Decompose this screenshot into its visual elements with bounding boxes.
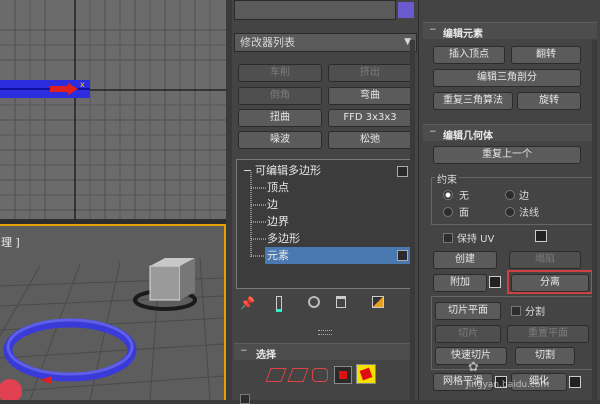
repeat-last-button[interactable]: 重复上一个	[433, 146, 581, 164]
vertex-select-icon[interactable]	[265, 368, 287, 382]
stack-item-vertex[interactable]: 顶点	[267, 180, 289, 195]
turn-button[interactable]: 旋转	[517, 92, 581, 110]
edit-geometry-title: 编辑几何体	[443, 131, 493, 142]
stack-item-border[interactable]: 边界	[267, 214, 289, 229]
attach-button[interactable]: 附加	[433, 274, 487, 292]
tessellate-settings-icon[interactable]	[569, 376, 581, 388]
modifier-list-dropdown[interactable]: 修改器列表 ▼	[234, 33, 417, 52]
stack-collapse-icon[interactable]: −	[243, 163, 252, 178]
stack-item-element-highlight[interactable]: 元素	[265, 247, 411, 264]
bend-button[interactable]: 弯曲	[328, 87, 412, 105]
reset-plane-button[interactable]: 重置平面	[507, 325, 589, 343]
object-name-field[interactable]	[234, 0, 396, 20]
constraint-normal-radio[interactable]	[505, 207, 515, 217]
ffd-button[interactable]: FFD 3x3x3	[328, 109, 412, 127]
torus-object	[3, 318, 137, 382]
collapse-button[interactable]: 塌陷	[509, 251, 581, 269]
panel-drag-handle[interactable]	[318, 330, 332, 335]
stack-item-polygon[interactable]: 多边形	[267, 231, 300, 246]
minus-icon: −	[429, 127, 437, 137]
by-vertex-checkbox[interactable]	[240, 394, 250, 404]
box-icon	[397, 166, 408, 177]
extrude-button[interactable]: 挤出	[328, 64, 412, 82]
red-object	[0, 379, 22, 400]
constraint-normal-label: 法线	[519, 208, 539, 219]
modifier-panel: 修改器列表 ▼ 车削 挤出 倒角 弯曲 扭曲 FFD 3x3x3 噪波 松弛 −…	[232, 0, 418, 404]
configure-sets-icon[interactable]	[372, 296, 384, 308]
top-viewport[interactable]: x	[0, 0, 226, 220]
border-select-icon[interactable]	[312, 368, 328, 382]
minus-icon: −	[240, 346, 248, 356]
object-color-swatch[interactable]	[398, 2, 414, 18]
top-viewport-grid: x	[0, 0, 226, 220]
cut-button[interactable]: 切割	[515, 347, 575, 365]
constraint-none-label: 无	[459, 191, 469, 202]
show-end-result-icon[interactable]	[276, 296, 282, 312]
attach-settings-icon[interactable]	[489, 276, 501, 288]
constraint-edge-label: 边	[519, 191, 529, 202]
bevel-button[interactable]: 倒角	[238, 87, 322, 105]
create-button[interactable]: 创建	[433, 251, 497, 269]
pin-stack-icon[interactable]: 📌	[240, 296, 255, 310]
noise-button[interactable]: 噪波	[238, 131, 322, 149]
constraint-none-radio[interactable]	[443, 190, 453, 200]
twist-button[interactable]: 扭曲	[238, 109, 322, 127]
perspective-viewport[interactable]: 理 ]	[0, 224, 226, 400]
make-unique-icon[interactable]	[308, 296, 320, 308]
constraint-edge-radio[interactable]	[505, 190, 515, 200]
edit-panel: − 编辑元素 插入顶点 翻转 编辑三角剖分 重复三角算法 旋转 − 编辑几何体 …	[418, 0, 600, 400]
select-rollout-header[interactable]: − 选择	[234, 343, 412, 361]
torus-top[interactable]: x	[0, 80, 90, 98]
stack-item-element: 元素	[267, 249, 289, 262]
retriangulate-button[interactable]: 重复三角算法	[433, 92, 513, 110]
svg-text:x: x	[80, 80, 85, 89]
watermark-paw-icon: ✿	[468, 360, 479, 375]
constraint-face-radio[interactable]	[443, 207, 453, 217]
preserve-uv-checkbox[interactable]	[443, 233, 453, 243]
trash-icon[interactable]	[336, 296, 346, 308]
perspective-grid	[0, 257, 224, 400]
edit-triangulation-button[interactable]: 编辑三角剖分	[433, 69, 581, 87]
slice-plane-button[interactable]: 切片平面	[435, 302, 501, 320]
panel-scrollbar[interactable]	[410, 40, 415, 400]
relax-button[interactable]: 松弛	[328, 131, 412, 149]
insert-vertex-button[interactable]: 插入顶点	[433, 46, 505, 64]
lathe-button[interactable]: 车削	[238, 64, 322, 82]
split-checkbox[interactable]	[511, 306, 521, 316]
viewport-label[interactable]: 理 ]	[1, 234, 20, 250]
edge-select-icon[interactable]	[287, 368, 309, 382]
edit-geometry-header[interactable]: − 编辑几何体	[423, 124, 597, 142]
element-icon	[359, 367, 373, 381]
edit-element-title: 编辑元素	[443, 29, 483, 40]
minus-icon: −	[429, 25, 437, 35]
flip-button[interactable]: 翻转	[511, 46, 581, 64]
element-select-button[interactable]	[356, 364, 376, 384]
polygon-select-button[interactable]	[334, 366, 352, 384]
select-rollout-title: 选择	[256, 350, 276, 361]
edit-panel-scrollbar[interactable]	[592, 40, 597, 400]
detach-button[interactable]: 分离	[511, 274, 589, 292]
constraints-label: 约束	[435, 171, 459, 186]
stack-root[interactable]: 可编辑多边形	[255, 163, 321, 178]
slice-button[interactable]: 切片	[435, 325, 501, 343]
split-label: 分割	[525, 307, 545, 318]
modifier-stack[interactable]: − 可编辑多边形 顶点 边 边界 多边形 元素	[236, 159, 414, 289]
stack-item-edge[interactable]: 边	[267, 197, 278, 212]
preserve-uv-label: 保持 UV	[457, 234, 495, 245]
box-object	[133, 258, 197, 311]
polygon-icon	[339, 371, 347, 379]
settings-box-icon[interactable]	[535, 230, 547, 242]
constraint-face-label: 面	[459, 208, 469, 219]
box-icon	[397, 250, 408, 261]
watermark-text: Jingyan.baidu.com	[466, 380, 550, 390]
edit-element-header[interactable]: − 编辑元素	[423, 22, 597, 40]
